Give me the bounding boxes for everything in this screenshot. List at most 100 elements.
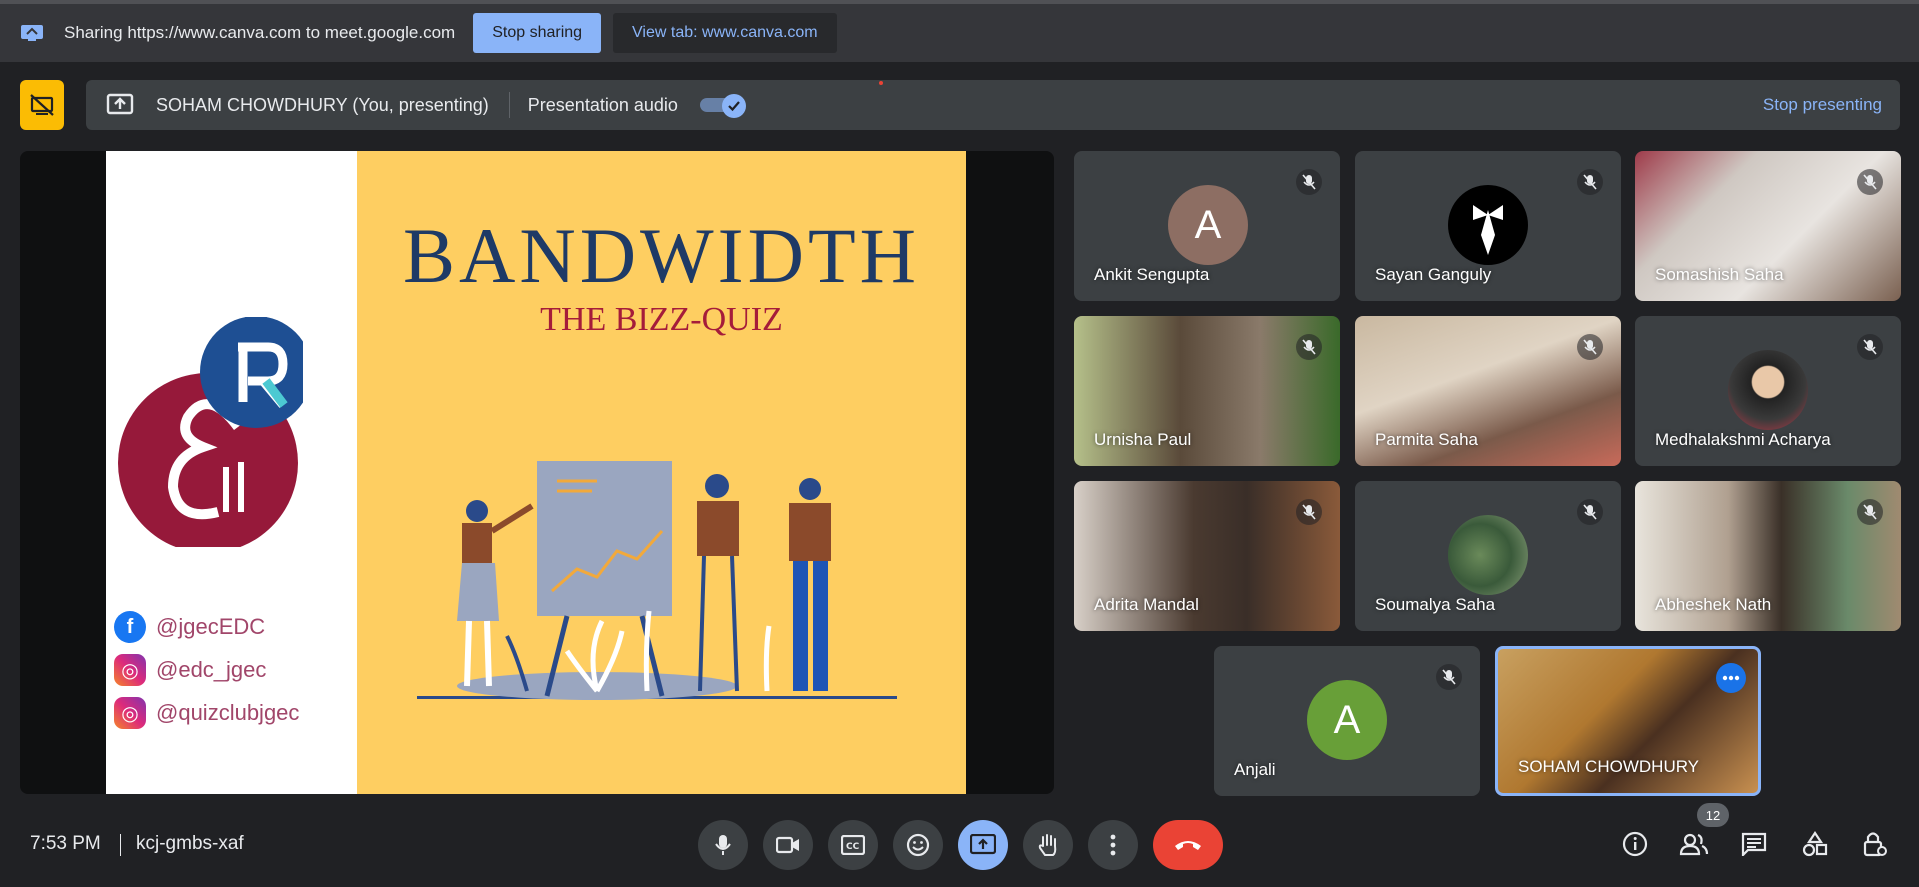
participant-name: Anjali — [1234, 760, 1276, 779]
present-off-icon — [30, 94, 54, 116]
presentation-view[interactable]: f @jgecEDC ◎ @edc_jgec ◎ @quizclubjgec B… — [20, 151, 1054, 794]
instagram-icon: ◎ — [114, 697, 146, 729]
info-icon — [1622, 831, 1648, 857]
presentation-audio-toggle[interactable] — [699, 94, 746, 118]
social-handle: @quizclubjgec — [156, 700, 300, 725]
raise-hand-icon — [1038, 834, 1057, 856]
screen-share-icon — [21, 25, 43, 41]
mic-off-icon — [1296, 499, 1322, 525]
participant-tile[interactable]: Urnisha Paul — [1074, 316, 1340, 466]
chat-button[interactable] — [1736, 826, 1772, 862]
more-options-icon[interactable] — [1716, 663, 1746, 693]
slide-right-panel: BANDWIDTH THE BIZZ-QUIZ — [357, 151, 966, 794]
participant-tile[interactable]: Adrita Mandal — [1074, 481, 1340, 631]
instagram-icon: ◎ — [114, 654, 146, 686]
social-row: ◎ @edc_jgec — [114, 654, 266, 686]
presentation-audio-label: Presentation audio — [527, 94, 678, 115]
mic-off-icon — [1296, 334, 1322, 360]
sharing-bar: Sharing https://www.canva.com to meet.go… — [0, 0, 1919, 62]
slide: f @jgecEDC ◎ @edc_jgec ◎ @quizclubjgec B… — [106, 151, 966, 794]
people-button[interactable] — [1676, 826, 1712, 862]
participant-name: Soumalya Saha — [1375, 595, 1496, 614]
participant-name: Somashish Saha — [1655, 265, 1784, 284]
more-vert-icon — [1110, 834, 1116, 856]
present-button[interactable] — [958, 820, 1008, 870]
camera-button[interactable] — [763, 820, 813, 870]
presenter-name: SOHAM CHOWDHURY (You, presenting) — [156, 94, 489, 115]
participant-tile-self[interactable]: SOHAM CHOWDHURY — [1495, 646, 1761, 796]
captions-icon: CC — [841, 835, 865, 855]
sharing-text: Sharing https://www.canva.com to meet.go… — [64, 23, 456, 42]
divider — [120, 834, 121, 856]
avatar: A — [1307, 680, 1387, 760]
mic-off-icon — [1857, 334, 1883, 360]
red-dot — [879, 81, 883, 85]
meeting-time: 7:53 PM — [30, 833, 101, 854]
people-count-badge: 12 — [1697, 803, 1729, 827]
present-screen-icon — [106, 93, 134, 115]
participant-name: Sayan Ganguly — [1375, 265, 1492, 284]
mic-off-icon — [1857, 169, 1883, 195]
participant-name: Urnisha Paul — [1094, 430, 1192, 449]
slide-title: BANDWIDTH — [403, 212, 920, 299]
meeting-details-button[interactable] — [1617, 826, 1653, 862]
avatar: A — [1168, 185, 1248, 265]
social-handle: @jgecEDC — [156, 614, 266, 639]
more-options-button[interactable] — [1088, 820, 1138, 870]
checkmark-icon — [728, 101, 740, 112]
participant-tile[interactable]: Parmita Saha — [1355, 316, 1621, 466]
participant-tile[interactable]: Medhalakshmi Acharya — [1635, 316, 1901, 466]
camera-icon — [776, 836, 799, 854]
social-row: f @jgecEDC — [114, 611, 265, 643]
view-tab-button[interactable]: View tab: www.canva.com — [613, 13, 837, 53]
people-icon — [1679, 833, 1709, 856]
chat-icon — [1741, 832, 1767, 856]
reactions-button[interactable] — [893, 820, 943, 870]
social-handle: @edc_jgec — [156, 657, 267, 682]
facebook-icon: f — [114, 611, 146, 643]
mic-off-icon — [1577, 169, 1603, 195]
participant-name: SOHAM CHOWDHURY — [1518, 757, 1700, 776]
leave-call-button[interactable] — [1153, 820, 1223, 870]
microphone-icon — [715, 835, 731, 855]
microphone-button[interactable] — [698, 820, 748, 870]
mic-off-icon — [1577, 334, 1603, 360]
emoji-icon — [906, 833, 930, 857]
mic-off-icon — [1296, 169, 1322, 195]
raise-hand-button[interactable] — [1023, 820, 1073, 870]
participant-tile[interactable]: Somashish Saha — [1635, 151, 1901, 301]
stop-sharing-button[interactable]: Stop sharing — [473, 13, 602, 53]
end-call-icon — [1175, 841, 1201, 850]
business-illustration — [417, 461, 897, 700]
participant-tile[interactable]: Soumalya Saha — [1355, 481, 1621, 631]
avatar — [1728, 350, 1808, 430]
participant-name: Abheshek Nath — [1655, 595, 1772, 614]
ecell-logo — [118, 317, 303, 547]
captions-button[interactable]: CC — [828, 820, 878, 870]
social-row: ◎ @quizclubjgec — [114, 697, 299, 729]
participant-name: Adrita Mandal — [1094, 595, 1199, 614]
participant-name: Ankit Sengupta — [1094, 265, 1210, 284]
slide-left-panel: f @jgecEDC ◎ @edc_jgec ◎ @quizclubjgec — [106, 151, 357, 794]
participant-name: Medhalakshmi Acharya — [1655, 430, 1831, 449]
participant-tile[interactable]: A Ankit Sengupta — [1074, 151, 1340, 301]
presentation-status-badge — [20, 80, 64, 130]
activities-button[interactable] — [1797, 826, 1833, 862]
meeting-code: kcj-gmbs-xaf — [136, 833, 244, 854]
activities-icon — [1802, 831, 1828, 857]
mic-off-icon — [1577, 499, 1603, 525]
mic-off-icon — [1857, 499, 1883, 525]
participant-name: Parmita Saha — [1375, 430, 1478, 449]
slide-subtitle: THE BIZZ-QUIZ — [540, 301, 783, 338]
avatar — [1448, 515, 1528, 595]
participant-tile[interactable]: Abheshek Nath — [1635, 481, 1901, 631]
svg-text:CC: CC — [846, 842, 860, 852]
participant-tile[interactable]: A Anjali — [1214, 646, 1480, 796]
participant-tile[interactable]: Sayan Ganguly — [1355, 151, 1621, 301]
stop-presenting-button[interactable]: Stop presenting — [1763, 95, 1882, 115]
avatar — [1448, 185, 1528, 265]
host-controls-button[interactable] — [1857, 826, 1893, 862]
host-controls-lock-icon — [1863, 832, 1887, 857]
mic-off-icon — [1436, 664, 1462, 690]
present-screen-icon — [970, 834, 996, 855]
